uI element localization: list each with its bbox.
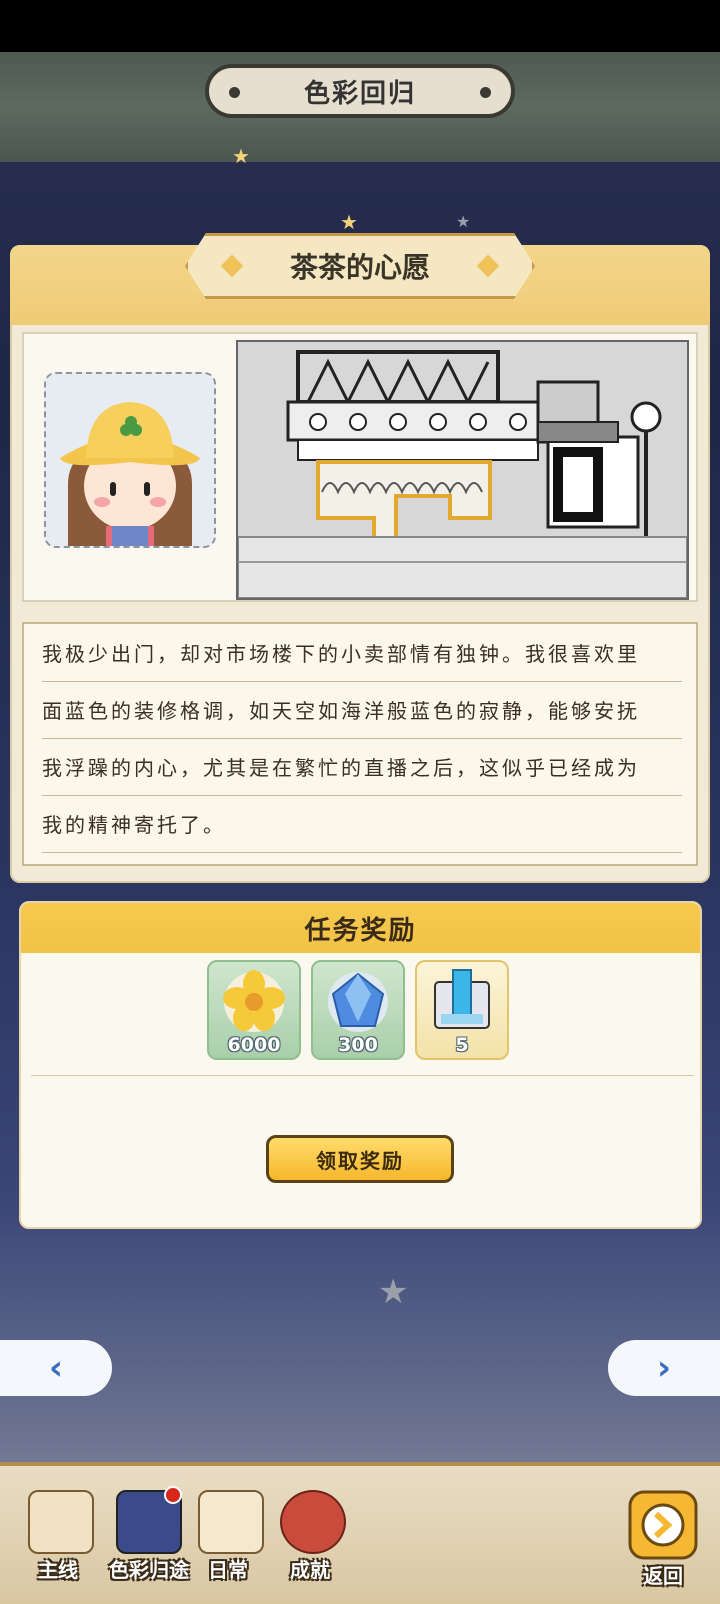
book-icon <box>28 1490 94 1554</box>
star-deco-icon: ★ <box>378 1272 409 1312</box>
prev-page-button[interactable]: ‹ <box>0 1340 112 1396</box>
tab-main-story[interactable]: 主线 <box>18 1478 98 1588</box>
reward-count: 6000 <box>227 1034 281 1056</box>
story-line: 我浮躁的内心，尤其是在繁忙的直播之后，这似乎已经成为 <box>42 738 682 796</box>
page-title-pill: 色彩回归 <box>205 64 515 118</box>
reward-header: 任务奖励 <box>21 903 700 953</box>
back-label: 返回 <box>643 1564 683 1588</box>
claim-reward-button[interactable]: 领取奖励 <box>266 1135 454 1183</box>
next-page-button[interactable]: › <box>608 1340 720 1396</box>
clock-icon <box>198 1490 264 1554</box>
tab-label: 主线 <box>38 1558 78 1582</box>
diamond-icon <box>220 254 244 278</box>
page-title: 色彩回归 <box>303 78 416 109</box>
title-dot-right <box>480 87 491 98</box>
star-deco-icon: ★ <box>232 144 250 168</box>
tab-label: 色彩归途 <box>109 1558 189 1582</box>
notification-badge <box>164 1486 182 1504</box>
tab-label: 日常 <box>208 1558 248 1582</box>
reward-title: 任务奖励 <box>304 915 417 946</box>
story-line: 我的精神寄托了。 <box>42 795 682 853</box>
story-text-panel: 我极少出门，却对市场楼下的小卖部情有独钟。我很喜欢里 面蓝色的装修格调，如天空如… <box>22 622 698 866</box>
reward-item[interactable]: 6000 <box>207 960 301 1060</box>
tab-label: 成就 <box>290 1558 330 1582</box>
title-dot-left <box>229 87 240 98</box>
shop-sketch-illustration <box>236 340 689 600</box>
reward-count: 5 <box>455 1034 469 1056</box>
star-deco-icon: ★ <box>456 212 471 231</box>
medal-icon <box>280 1490 346 1554</box>
reward-item[interactable]: 5 <box>415 960 509 1060</box>
reward-count: 300 <box>338 1034 378 1056</box>
wish-card-ribbon: 茶茶的心愿 <box>185 233 535 299</box>
tab-daily[interactable]: 日常 <box>188 1478 268 1588</box>
yellow-flower-icon <box>223 970 285 1032</box>
return-arrow-icon <box>628 1490 698 1560</box>
diamond-icon <box>476 254 500 278</box>
wish-card-title: 茶茶的心愿 <box>289 251 430 284</box>
star-deco-icon: ★ <box>340 210 358 234</box>
reward-item[interactable]: 300 <box>311 960 405 1060</box>
tab-color-journey[interactable]: 色彩归途 <box>100 1478 198 1588</box>
story-line: 面蓝色的装修格调，如天空如海洋般蓝色的寂静，能够安抚 <box>42 681 682 739</box>
tab-achievement[interactable]: 成就 <box>270 1478 350 1588</box>
chevron-right-icon: › <box>656 1348 671 1388</box>
blue-block-icon <box>434 969 490 1029</box>
claim-reward-label: 领取奖励 <box>316 1148 404 1173</box>
back-button[interactable]: 返回 <box>628 1490 698 1590</box>
character-avatar <box>44 372 216 548</box>
blue-gem-icon <box>328 972 388 1032</box>
chevron-left-icon: ‹ <box>48 1348 63 1388</box>
status-bar <box>0 0 720 52</box>
story-line: 我极少出门，却对市场楼下的小卖部情有独钟。我很喜欢里 <box>42 624 682 682</box>
